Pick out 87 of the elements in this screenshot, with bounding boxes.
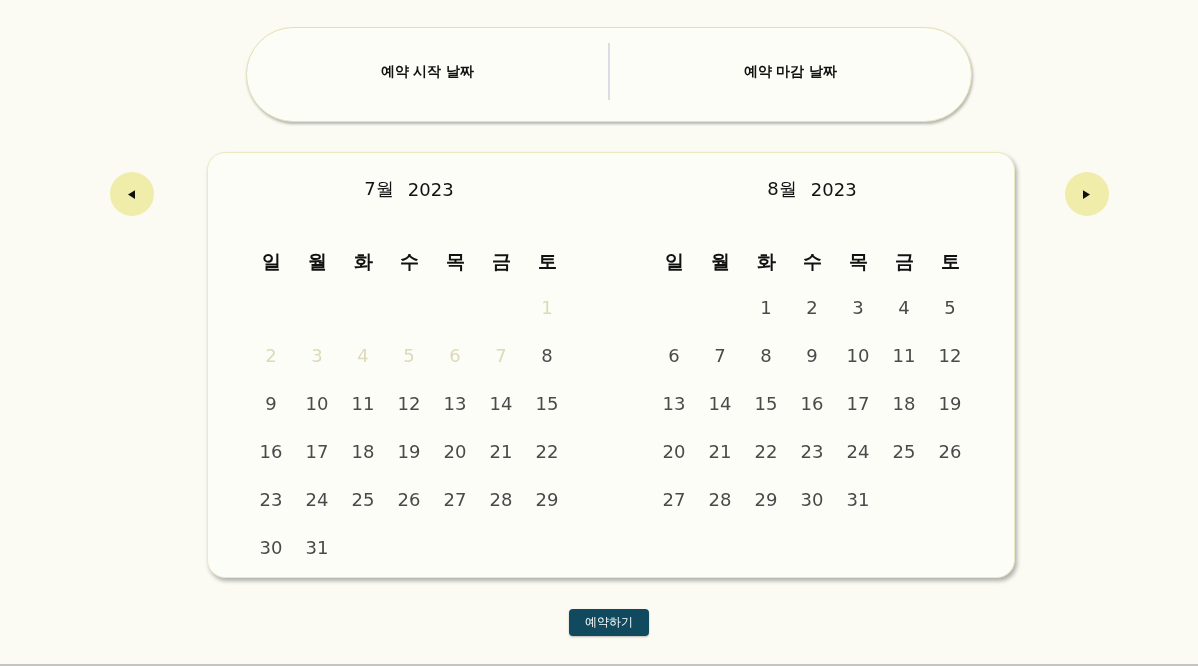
caret-right-icon <box>1083 189 1090 199</box>
calendar-day[interactable]: 2 <box>804 296 820 318</box>
next-month-button[interactable] <box>1064 172 1109 216</box>
calendar-day[interactable]: 1 <box>758 296 774 318</box>
calendar-day[interactable]: 7 <box>712 344 728 366</box>
reserve-button[interactable]: 예약하기 <box>569 609 649 636</box>
calendar-day: 3 <box>309 344 325 366</box>
calendar-day[interactable]: 12 <box>936 344 964 366</box>
year-label: 2023 <box>810 178 857 200</box>
calendar-day[interactable]: 24 <box>844 440 872 462</box>
calendar-day[interactable]: 25 <box>349 488 377 510</box>
calendar-day[interactable]: 16 <box>257 440 285 462</box>
calendar-day[interactable]: 9 <box>263 392 279 414</box>
calendar-day[interactable]: 25 <box>890 440 918 462</box>
weekday-label: 목 <box>847 249 869 274</box>
calendar-day[interactable]: 27 <box>441 488 469 510</box>
calendar-day[interactable]: 18 <box>349 440 377 462</box>
previous-month-button[interactable] <box>109 172 154 216</box>
calendar-day[interactable]: 30 <box>798 488 826 510</box>
calendar-day[interactable]: 20 <box>441 440 469 462</box>
calendar-day[interactable]: 28 <box>487 488 515 510</box>
calendar-day[interactable]: 13 <box>660 392 688 414</box>
calendar-day: 1 <box>539 296 555 318</box>
start-date-field[interactable]: 예약 시작 날짜 <box>247 62 608 81</box>
calendar-day[interactable]: 14 <box>487 392 515 414</box>
calendar-day[interactable]: 9 <box>804 344 820 366</box>
calendar-day[interactable]: 12 <box>395 392 423 414</box>
month-label: 8월 <box>767 177 797 201</box>
calendar-day[interactable]: 29 <box>752 488 780 510</box>
calendar-day[interactable]: 14 <box>706 392 734 414</box>
calendar-day[interactable]: 15 <box>752 392 780 414</box>
calendar-day: 4 <box>355 344 371 366</box>
weekday-label: 수 <box>398 249 420 274</box>
calendar-day[interactable]: 5 <box>942 296 958 318</box>
weekday-label: 목 <box>444 249 466 274</box>
calendar-day[interactable]: 6 <box>666 344 682 366</box>
calendar-day[interactable]: 13 <box>441 392 469 414</box>
weekday-label: 금 <box>490 249 512 274</box>
calendar-day[interactable]: 17 <box>844 392 872 414</box>
calendar-day[interactable]: 22 <box>533 440 561 462</box>
weekday-label: 일 <box>260 249 282 274</box>
calendar-day[interactable]: 17 <box>303 440 331 462</box>
year-label: 2023 <box>407 178 454 200</box>
calendar-day[interactable]: 10 <box>303 392 331 414</box>
calendar-day[interactable]: 10 <box>844 344 872 366</box>
weekday-label: 월 <box>709 249 731 274</box>
calendar-day[interactable]: 8 <box>539 344 555 366</box>
weekday-label: 일 <box>663 249 685 274</box>
calendar-day[interactable]: 4 <box>896 296 912 318</box>
caret-left-icon <box>128 189 135 199</box>
calendar-day: 2 <box>263 344 279 366</box>
end-date-field[interactable]: 예약 마감 날짜 <box>610 62 971 81</box>
calendar-day[interactable]: 19 <box>395 440 423 462</box>
calendar-day[interactable]: 29 <box>533 488 561 510</box>
weekday-label: 화 <box>352 249 374 274</box>
calendar-day[interactable]: 3 <box>850 296 866 318</box>
month-label: 7월 <box>364 177 394 201</box>
calendar-day[interactable]: 26 <box>395 488 423 510</box>
calendar-day[interactable]: 21 <box>706 440 734 462</box>
calendar-day[interactable]: 23 <box>798 440 826 462</box>
calendar-day[interactable]: 19 <box>936 392 964 414</box>
calendar-day[interactable]: 21 <box>487 440 515 462</box>
weekday-label: 월 <box>306 249 328 274</box>
calendar-day[interactable]: 11 <box>890 344 918 366</box>
calendar-day[interactable]: 31 <box>303 536 331 558</box>
calendar-day: 7 <box>493 344 509 366</box>
weekday-label: 수 <box>801 249 823 274</box>
calendar-day[interactable]: 8 <box>758 344 774 366</box>
weekday-label: 금 <box>893 249 915 274</box>
calendar-day[interactable]: 28 <box>706 488 734 510</box>
calendar-day[interactable]: 31 <box>844 488 872 510</box>
calendar-day[interactable]: 22 <box>752 440 780 462</box>
calendar-day[interactable]: 15 <box>533 392 561 414</box>
calendar-day[interactable]: 24 <box>303 488 331 510</box>
calendar-day[interactable]: 27 <box>660 488 688 510</box>
weekday-label: 토 <box>536 249 558 274</box>
calendar-day[interactable]: 20 <box>660 440 688 462</box>
calendar-day[interactable]: 18 <box>890 392 918 414</box>
calendar-day[interactable]: 11 <box>349 392 377 414</box>
calendar-day[interactable]: 23 <box>257 488 285 510</box>
calendar-day[interactable]: 30 <box>257 536 285 558</box>
calendar-day[interactable]: 26 <box>936 440 964 462</box>
calendar-day: 6 <box>447 344 463 366</box>
weekday-label: 토 <box>939 249 961 274</box>
calendar-day: 5 <box>401 344 417 366</box>
weekday-label: 화 <box>755 249 777 274</box>
calendar-day[interactable]: 16 <box>798 392 826 414</box>
